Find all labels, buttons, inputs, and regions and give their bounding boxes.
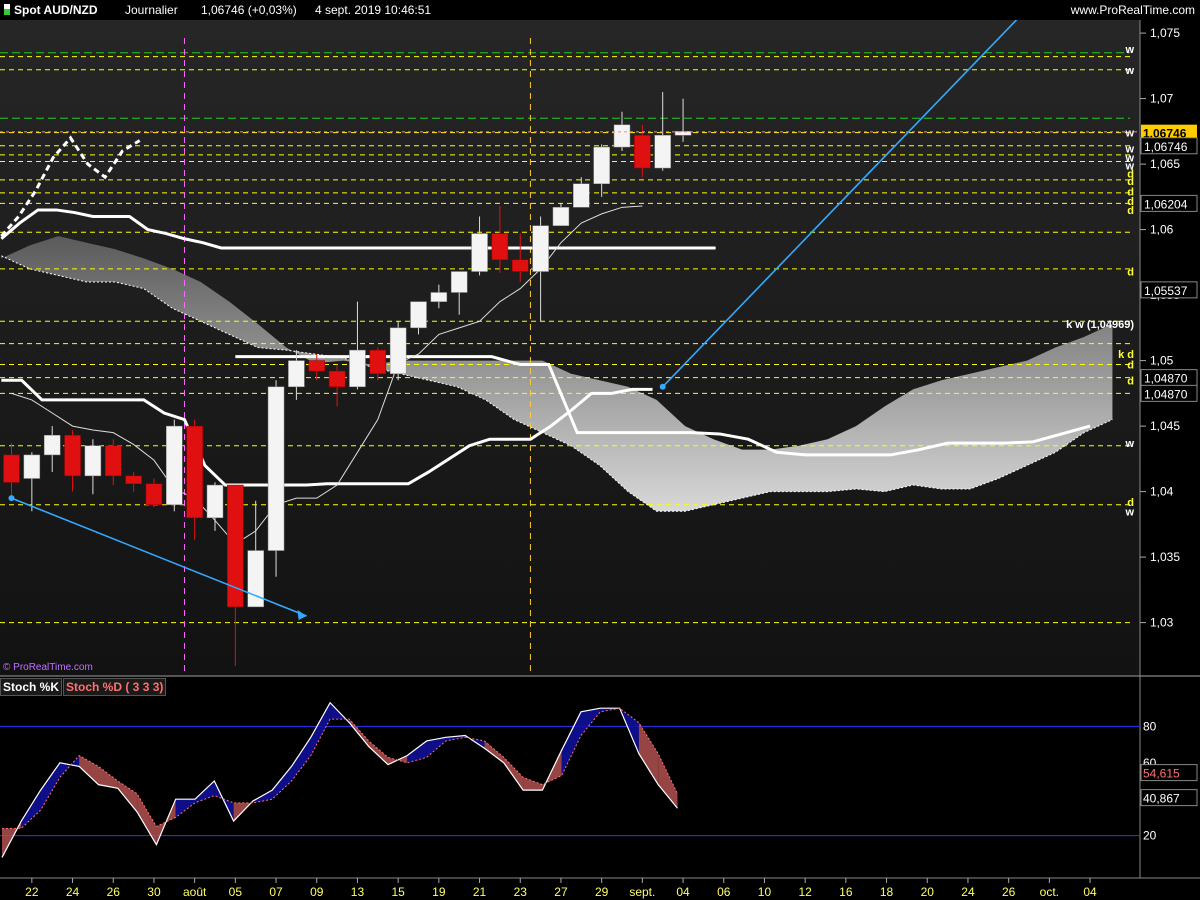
price-tick-label: 1,065 [1150, 157, 1180, 171]
stoch-tick-label: 80 [1143, 719, 1157, 733]
candle-body[interactable] [512, 259, 529, 272]
candle-body[interactable] [654, 135, 671, 169]
candle-body[interactable] [491, 233, 509, 260]
stoch-value-label: 40,867 [1143, 792, 1180, 806]
candle-body[interactable] [267, 386, 285, 551]
price-label: 1,04870 [1144, 372, 1188, 386]
candle-body[interactable] [105, 445, 122, 477]
time-tick-label: 04 [1083, 885, 1097, 899]
candle-body[interactable] [532, 225, 549, 272]
level-marker: d [1127, 205, 1134, 217]
time-tick-label: 07 [269, 885, 283, 899]
candle-body[interactable] [3, 454, 20, 483]
price-label: 1,04870 [1144, 387, 1188, 401]
price-tick-label: 1,07 [1150, 92, 1174, 106]
stoch-legend-item[interactable]: Stoch %K [0, 678, 63, 696]
candle-body[interactable] [430, 292, 448, 302]
candle-body[interactable] [674, 131, 692, 136]
time-tick-label: 24 [66, 885, 80, 899]
candle-body[interactable] [389, 327, 407, 374]
level-marker: k w (1,04969) [1066, 319, 1134, 331]
candle-body[interactable] [288, 360, 305, 388]
time-tick-label: 04 [676, 885, 690, 899]
candle-body[interactable] [573, 183, 590, 208]
candle-body[interactable] [308, 360, 325, 372]
time-tick-label: 05 [229, 885, 243, 899]
candle-body[interactable] [43, 435, 61, 456]
time-tick-label: 06 [717, 885, 731, 899]
price-label: 1,06204 [1144, 197, 1188, 211]
candle-body[interactable] [369, 349, 387, 374]
time-tick-label: 20 [921, 885, 935, 899]
candle-body[interactable] [206, 484, 224, 519]
watermark: © ProRealTime.com [3, 662, 93, 673]
price-tick-label: 1,03 [1150, 616, 1174, 630]
time-tick-label: 16 [839, 885, 853, 899]
candle-body[interactable] [450, 271, 468, 293]
time-tick-label: 26 [107, 885, 121, 899]
candle-body[interactable] [328, 370, 346, 388]
price-chart[interactable]: 1,031,0351,041,0451,051,0551,061,0651,07… [0, 0, 1200, 900]
time-tick-label: 21 [473, 885, 487, 899]
price-tick-label: 1,035 [1150, 550, 1180, 564]
time-tick-label: 27 [554, 885, 568, 899]
time-tick-label: sept. [629, 885, 655, 899]
candle-body[interactable] [23, 454, 41, 479]
time-tick-label: 30 [147, 885, 161, 899]
candle-body[interactable] [552, 207, 570, 226]
candle-body[interactable] [166, 425, 183, 505]
candle-body[interactable] [145, 483, 163, 505]
level-marker: d [1127, 375, 1134, 387]
time-tick-label: 18 [880, 885, 894, 899]
stoch-value-label: 54,615 [1143, 767, 1180, 781]
trend-line-anchor [659, 383, 666, 390]
time-tick-label: août [183, 885, 207, 899]
candle-body[interactable] [227, 484, 244, 608]
time-tick-label: 26 [1002, 885, 1016, 899]
candle-body[interactable] [349, 349, 366, 388]
price-tick-label: 1,075 [1150, 26, 1180, 40]
candle-body[interactable] [471, 233, 488, 272]
candle-body[interactable] [186, 425, 203, 519]
time-tick-label: 15 [391, 885, 405, 899]
candle-body[interactable] [410, 301, 427, 329]
stoch-legend: Stoch %K Stoch %D ( 3 3 3) [0, 678, 167, 696]
time-tick-label: 10 [758, 885, 772, 899]
candle-body[interactable] [593, 146, 610, 185]
price-axis-background [1140, 20, 1200, 675]
candle-body[interactable] [613, 124, 631, 148]
time-tick-label: 23 [514, 885, 528, 899]
level-marker: d [1127, 267, 1134, 279]
time-tick-label: 19 [432, 885, 446, 899]
time-tick-label: 12 [798, 885, 812, 899]
price-label: 1,05537 [1144, 284, 1188, 298]
time-tick-label: 24 [961, 885, 975, 899]
time-tick-label: oct. [1040, 885, 1059, 899]
time-tick-label: 29 [595, 885, 609, 899]
stoch-tick-label: 20 [1143, 829, 1157, 843]
price-tick-label: 1,045 [1150, 419, 1180, 433]
price-tick-label: 1,04 [1150, 485, 1174, 499]
price-tick-label: 1,05 [1150, 354, 1174, 368]
price-tick-label: 1,06 [1150, 223, 1174, 237]
candle-body[interactable] [64, 435, 81, 477]
time-tick-label: 13 [351, 885, 365, 899]
candle-body[interactable] [125, 475, 142, 484]
stoch-legend-item[interactable]: Stoch %D ( 3 3 3) [63, 678, 167, 696]
price-label: 1,06746 [1144, 140, 1188, 154]
level-marker: w [1124, 44, 1134, 56]
level-marker: w [1124, 128, 1134, 140]
time-tick-label: 22 [25, 885, 39, 899]
candle-body[interactable] [634, 135, 651, 169]
trend-line-anchor [8, 495, 15, 502]
level-marker: w [1124, 438, 1134, 450]
level-marker: w [1124, 65, 1134, 77]
stoch-plot-background [0, 678, 1140, 878]
level-marker: w [1124, 506, 1134, 518]
candle-body[interactable] [84, 445, 102, 477]
time-tick-label: 09 [310, 885, 324, 899]
level-marker: d [1127, 360, 1134, 372]
